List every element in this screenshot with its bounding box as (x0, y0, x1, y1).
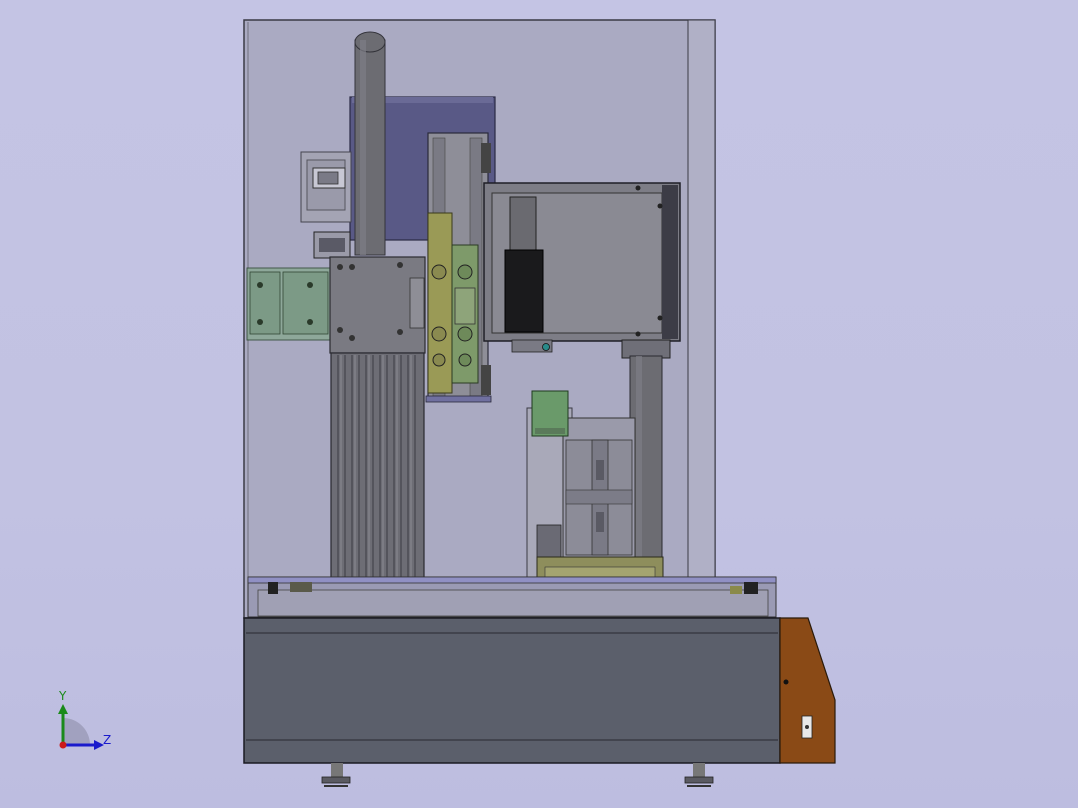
vertical-tube[interactable] (354, 31, 386, 256)
side-panel[interactable] (779, 617, 836, 764)
clamp-block[interactable] (313, 231, 351, 259)
y-axis-label: Y (58, 689, 67, 703)
sensor-block[interactable] (531, 390, 569, 437)
leveling-foot-right[interactable] (684, 763, 714, 787)
triad-arc (63, 718, 90, 745)
cable-chain-left[interactable] (246, 267, 333, 341)
cad-viewport[interactable]: Y Z (0, 0, 1078, 808)
x-axis-dot (59, 741, 67, 749)
base-cabinet[interactable] (243, 617, 781, 764)
leveling-foot-left[interactable] (321, 763, 351, 787)
coordinate-triad: Y Z (58, 689, 111, 750)
sensor-bracket[interactable] (300, 151, 352, 223)
z-axis-head[interactable] (329, 256, 426, 354)
base-frame-rail[interactable] (247, 576, 777, 618)
z-axis-label: Z (103, 733, 111, 747)
